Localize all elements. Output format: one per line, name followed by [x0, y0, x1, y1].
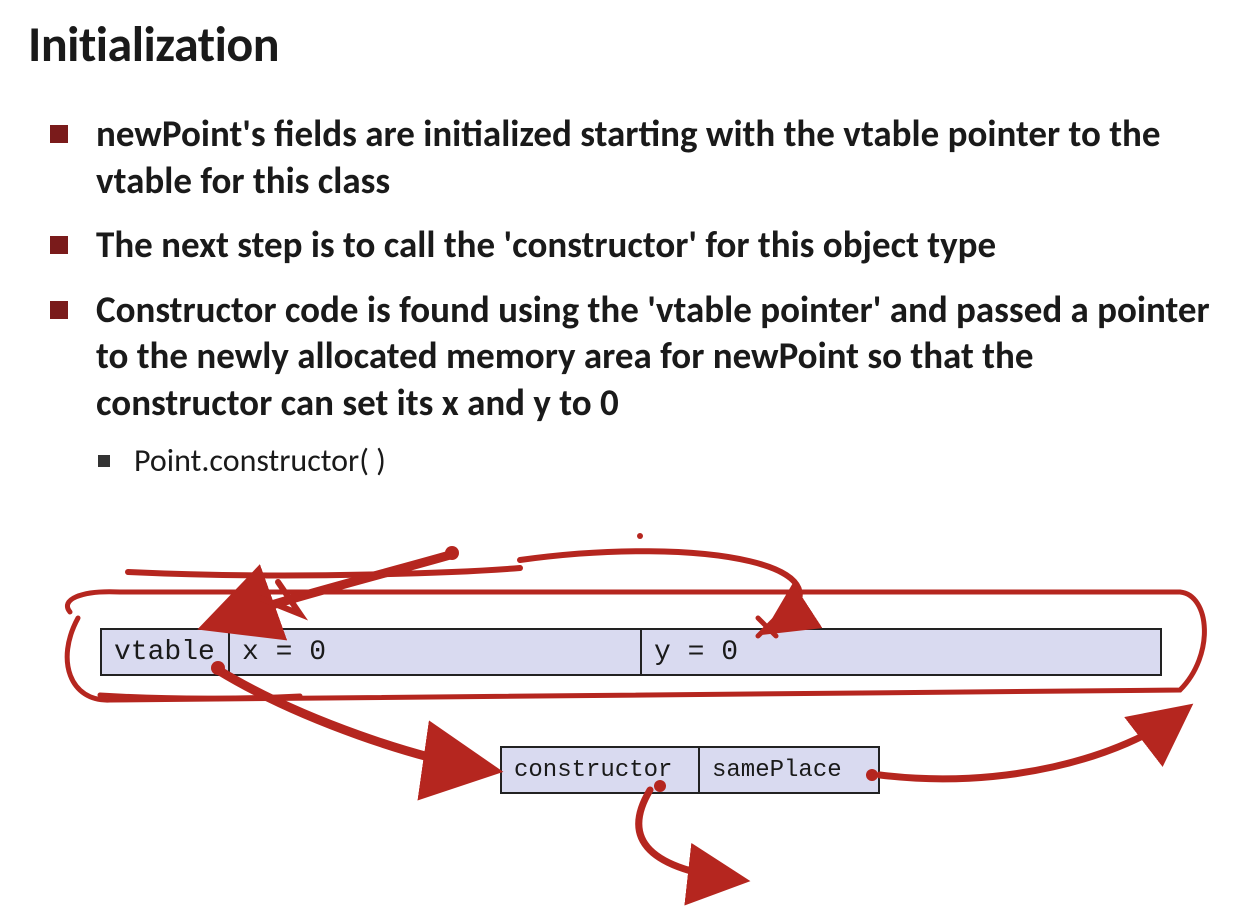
vtable-row: constructor samePlace	[500, 746, 1170, 794]
sub-bullet-item: Point.constructor( )	[96, 441, 1210, 481]
cell-vtable: vtable	[100, 628, 230, 676]
cell-sameplace: samePlace	[700, 746, 880, 794]
bullet-list: newPoint's fields are initialized starti…	[28, 111, 1220, 481]
cell-x: x = 0	[230, 628, 642, 676]
slide: Initialization newPoint's fields are ini…	[0, 0, 1248, 920]
bullet-item: Constructor code is found using the 'vta…	[50, 287, 1210, 481]
memory-diagram: vtable x = 0 y = 0 constructor samePlace	[100, 628, 1170, 794]
slide-title: Initialization	[28, 14, 1220, 75]
object-row: vtable x = 0 y = 0	[100, 628, 1170, 676]
sub-bullet-list: Point.constructor( )	[96, 441, 1210, 481]
bullet-item: The next step is to call the 'constructo…	[50, 222, 1210, 269]
cell-constructor: constructor	[500, 746, 700, 794]
bullet-item: newPoint's fields are initialized starti…	[50, 111, 1210, 204]
cell-y: y = 0	[642, 628, 1162, 676]
bullet-text: Constructor code is found using the 'vta…	[96, 287, 1210, 425]
